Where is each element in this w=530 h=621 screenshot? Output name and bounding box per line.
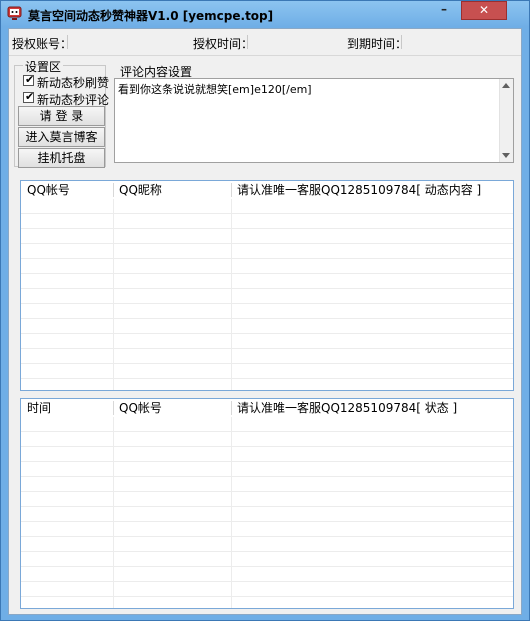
settings-group: 设置区 ✔ 新动态秒刷赞 ✔ 新动态秒评论 请 登 录 进入莫言博客 挂机托盘 [14, 58, 110, 168]
comment-scrollbar[interactable] [499, 79, 513, 162]
info-separator [247, 35, 248, 49]
header-divider [9, 55, 521, 56]
auth-time-label: 授权时间： [193, 37, 254, 51]
status-list-header: 时间 QQ帐号 请认准唯一客服QQ1285109784[ 状态 ] [21, 399, 513, 417]
login-button[interactable]: 请 登 录 [18, 106, 105, 126]
col-qq-account[interactable]: QQ帐号 [23, 181, 70, 199]
auth-account-label: 授权账号： [12, 37, 73, 51]
close-button[interactable]: ✕ [461, 1, 507, 20]
info-separator [67, 35, 68, 49]
comment-settings-group: 评论内容设置 看到你这条说说就想笑[em]e120[/em] [110, 63, 518, 167]
main-panel: 授权账号： 授权时间： 到期时间： 设置区 ✔ 新动态秒刷赞 ✔ 新动态秒评论 … [8, 28, 522, 615]
col-dynamic-content[interactable]: 请认准唯一客服QQ1285109784[ 动态内容 ] [233, 181, 481, 199]
col-time[interactable]: 时间 [23, 399, 51, 417]
enter-blog-button[interactable]: 进入莫言博客 [18, 127, 105, 147]
dynamic-list-rows [21, 199, 513, 390]
minimize-button[interactable]: – [433, 1, 455, 21]
scroll-up-icon[interactable] [502, 83, 510, 88]
comment-content-input[interactable]: 看到你这条说说就想笑[em]e120[/em] [114, 78, 514, 163]
like-checkbox-label: 新动态秒刷赞 [37, 76, 110, 90]
col-status[interactable]: 请认准唯一客服QQ1285109784[ 状态 ] [233, 399, 457, 417]
comment-content-text: 看到你这条说说就想笑[em]e120[/em] [118, 83, 312, 96]
comment-checkbox[interactable]: ✔ [23, 90, 34, 103]
dynamic-list-header: QQ帐号 QQ昵称 请认准唯一客服QQ1285109784[ 动态内容 ] [21, 181, 513, 199]
expire-time-label: 到期时间： [347, 37, 408, 51]
window-title: 莫言空间动态秒赞神器V1.0 [yemcpe.top] [28, 9, 274, 23]
like-checkbox[interactable]: ✔ [23, 73, 34, 86]
status-list-rows [21, 417, 513, 608]
col-qq-account[interactable]: QQ帐号 [115, 399, 162, 417]
tray-hosting-button[interactable]: 挂机托盘 [18, 148, 105, 168]
title-bar[interactable]: 莫言空间动态秒赞神器V1.0 [yemcpe.top] – ✕ [1, 1, 529, 27]
info-separator [401, 35, 402, 49]
monitor-face-icon [7, 6, 22, 21]
status-list[interactable]: 时间 QQ帐号 请认准唯一客服QQ1285109784[ 状态 ] [20, 398, 514, 609]
dynamic-content-list[interactable]: QQ帐号 QQ昵称 请认准唯一客服QQ1285109784[ 动态内容 ] [20, 180, 514, 391]
scroll-down-icon[interactable] [502, 153, 510, 158]
app-window: 莫言空间动态秒赞神器V1.0 [yemcpe.top] – ✕ 授权账号： 授权… [0, 0, 530, 621]
col-qq-nickname[interactable]: QQ昵称 [115, 181, 162, 199]
